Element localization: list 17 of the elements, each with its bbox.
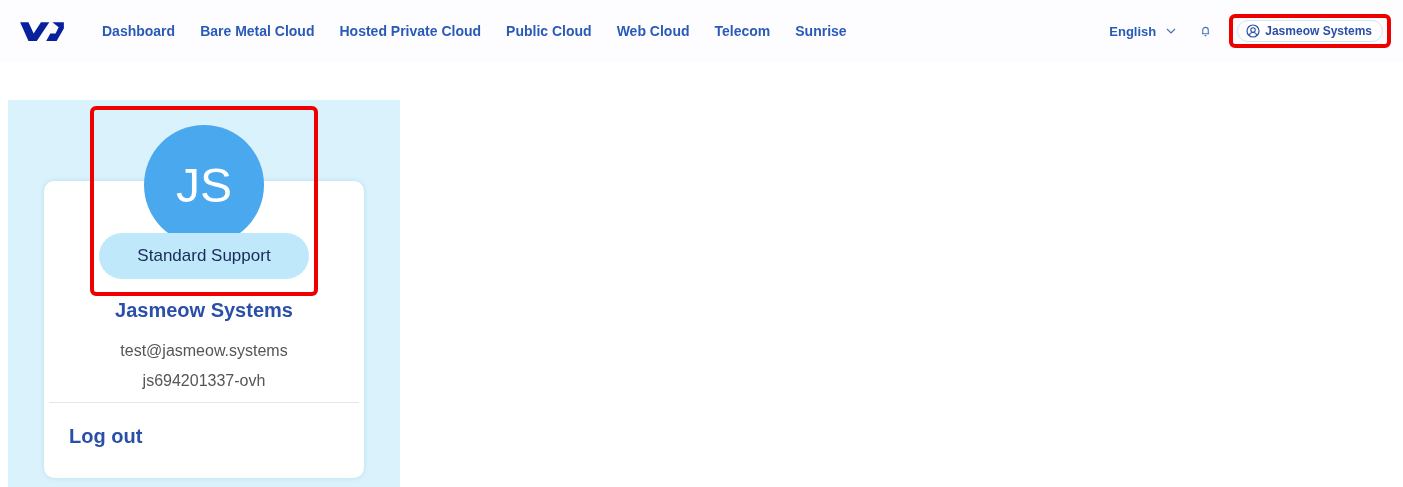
user-icon <box>1246 24 1261 38</box>
nav-link[interactable]: Telecom <box>714 23 771 39</box>
chevron-down-icon <box>1166 28 1177 34</box>
account-name: Jasmeow Systems <box>115 299 293 322</box>
language-dropdown[interactable]: English <box>1109 23 1177 39</box>
support-badge: Standard Support <box>99 233 309 279</box>
account-id: js694201337-ovh <box>142 371 266 391</box>
nav-link[interactable]: Dashboard <box>102 23 176 39</box>
logout-link[interactable]: Log out <box>69 425 143 448</box>
nav-link[interactable]: Web Cloud <box>616 23 690 39</box>
nav-link[interactable]: Hosted Private Cloud <box>339 23 482 39</box>
account-button[interactable]: Jasmeow Systems <box>1237 20 1383 42</box>
account-email: test@jasmeow.systems <box>120 341 288 361</box>
nav-link[interactable]: Sunrise <box>795 23 847 39</box>
nav-link[interactable]: Public Cloud <box>506 23 592 39</box>
nav-link[interactable]: Bare Metal Cloud <box>200 23 315 39</box>
bell-icon[interactable] <box>1200 24 1212 38</box>
